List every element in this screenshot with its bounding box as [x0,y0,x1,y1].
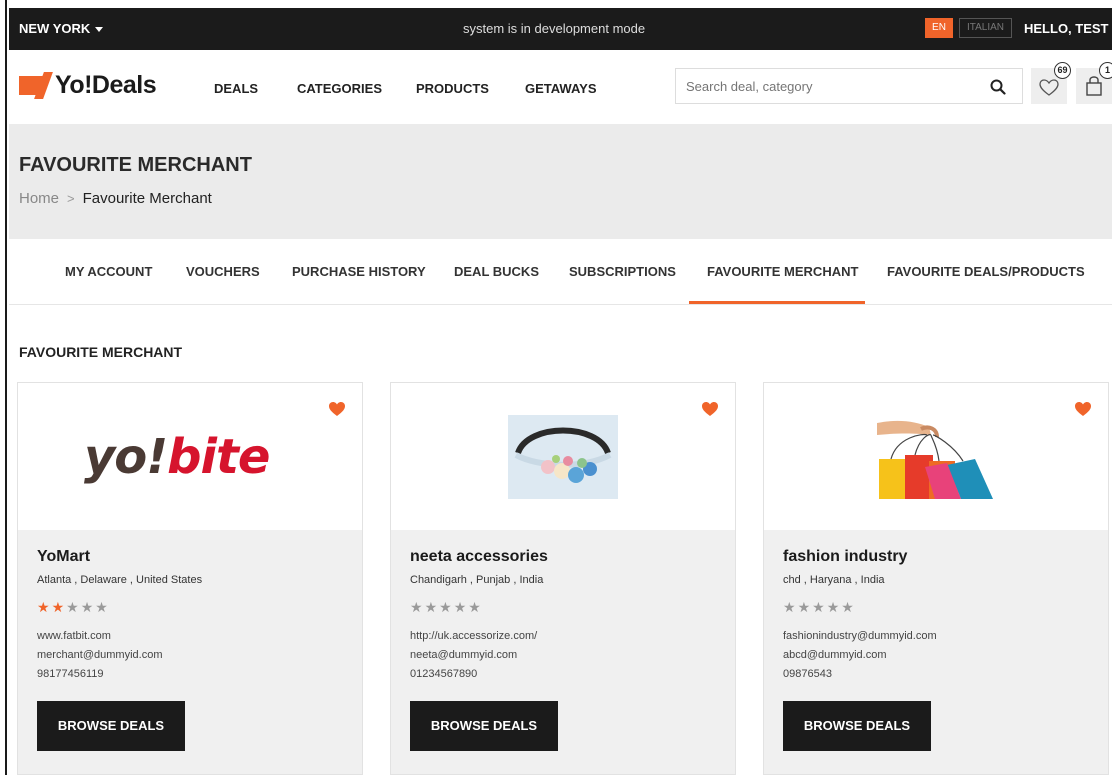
tab-purchase-history[interactable]: PURCHASE HISTORY [292,264,426,279]
merchant-website[interactable]: http://uk.accessorize.com/ [410,630,537,642]
cart-count-badge: 1 [1099,62,1112,79]
favourite-heart-icon[interactable] [701,401,719,417]
tab-my-account[interactable]: MY ACCOUNT [65,264,152,279]
nav-deals[interactable]: DEALS [214,81,258,96]
user-greeting: HELLO, TEST [1024,21,1109,36]
star-icon: ★ [797,599,813,615]
merchant-card: yo!bite YoMart Atlanta , Delaware , Unit… [17,382,363,775]
browse-deals-button[interactable]: BROWSE DEALS [37,701,185,751]
merchant-name[interactable]: fashion industry [783,548,907,566]
page-title-band: FAVOURITE MERCHANT Home > Favourite Mercha… [9,124,1112,239]
tab-favourite-merchant[interactable]: FAVOURITE MERCHANT [707,264,858,279]
star-icon: ★ [826,599,842,615]
tab-vouchers[interactable]: VOUCHERS [186,264,260,279]
dev-mode-notice: system is in development mode [463,21,646,36]
browse-deals-button[interactable]: BROWSE DEALS [783,701,931,751]
merchant-phone: 98177456119 [37,668,104,680]
favourite-heart-icon[interactable] [1074,401,1092,417]
favourite-heart-icon[interactable] [328,401,346,417]
shopping-bags-image [877,415,995,499]
nav-getaways[interactable]: GETAWAYS [525,81,597,96]
language-en-button[interactable]: EN [925,18,953,38]
merchant-email: merchant@dummyid.com [37,649,163,661]
search-icon[interactable] [990,79,1006,95]
merchant-card: fashion industry chd , Haryana , India ★… [763,382,1109,775]
logo-text: Yo!Deals [55,71,157,99]
star-icon: ★ [468,599,483,615]
star-icon: ★ [424,599,440,615]
star-icon: ★ [80,599,96,615]
chevron-right-icon: > [67,191,75,206]
city-selector[interactable]: NEW YORK [19,21,104,36]
tab-subscriptions[interactable]: SUBSCRIPTIONS [569,264,676,279]
merchant-email: abcd@dummyid.com [783,649,887,661]
wishlist-button[interactable]: 69 [1031,62,1071,104]
window-edge [0,0,7,775]
merchant-phone: 09876543 [783,668,832,680]
language-italian-button[interactable]: ITALIAN [959,18,1012,38]
search-input[interactable] [676,69,976,103]
merchant-rating: ★★★★★ [410,599,483,616]
merchant-image[interactable]: yo!bite [18,383,362,530]
merchant-location: Chandigarh , Punjab , India [410,574,544,586]
star-icon: ★ [783,599,798,615]
caret-down-icon [95,27,104,33]
merchant-name[interactable]: YoMart [37,548,90,566]
merchant-card: neeta accessories Chandigarh , Punjab , … [390,382,736,775]
breadcrumb-home[interactable]: Home [19,190,59,207]
nav-products[interactable]: PRODUCTS [416,81,489,96]
main-header: Yo!Deals DEALS CATEGORIES PRODUCTS GETAW… [9,50,1112,124]
browse-deals-button[interactable]: BROWSE DEALS [410,701,558,751]
merchant-email: neeta@dummyid.com [410,649,518,661]
merchant-rating: ★★★★★ [37,599,110,616]
merchant-phone: 01234567890 [410,668,478,680]
tab-deal-bucks[interactable]: DEAL BUCKS [454,264,539,279]
merchant-rating: ★★★★★ [783,599,856,616]
star-icon: ★ [51,599,67,615]
merchant-name[interactable]: neeta accessories [410,548,548,566]
tab-favourite-deals-products[interactable]: FAVOURITE DEALS/PRODUCTS [887,264,1085,279]
star-icon: ★ [66,599,81,615]
merchant-location: chd , Haryana , India [783,574,885,586]
user-menu[interactable]: HELLO, TEST [1024,21,1112,36]
breadcrumb: Home > Favourite Merchant [19,190,212,207]
merchant-website[interactable]: fashionindustry@dummyid.com [783,630,937,642]
nav-categories[interactable]: CATEGORIES [297,81,382,96]
wishlist-count-badge: 69 [1054,62,1071,79]
merchant-location: Atlanta , Delaware , United States [37,574,203,586]
merchant-website[interactable]: www.fatbit.com [37,630,111,642]
breadcrumb-current: Favourite Merchant [82,190,212,207]
section-title: FAVOURITE MERCHANT [19,344,183,360]
headband-image [508,415,618,499]
yobite-logo: yo!bite [84,429,270,485]
account-tabs: MY ACCOUNT VOUCHERS PURCHASE HISTORY DEA… [9,239,1112,305]
star-icon: ★ [37,599,52,615]
merchant-image[interactable] [764,383,1108,530]
cart-button[interactable]: 1 [1076,62,1112,104]
city-label: NEW YORK [19,21,91,36]
search-box [675,68,1023,104]
merchant-image[interactable] [391,383,735,530]
page-title: FAVOURITE MERCHANT [19,154,252,176]
top-bar: NEW YORK system is in development mode E… [9,8,1112,50]
star-icon: ★ [439,599,454,615]
star-icon: ★ [812,599,827,615]
star-icon: ★ [453,599,469,615]
star-icon: ★ [95,599,110,615]
star-icon: ★ [410,599,425,615]
star-icon: ★ [841,599,856,615]
active-tab-indicator [689,301,865,304]
